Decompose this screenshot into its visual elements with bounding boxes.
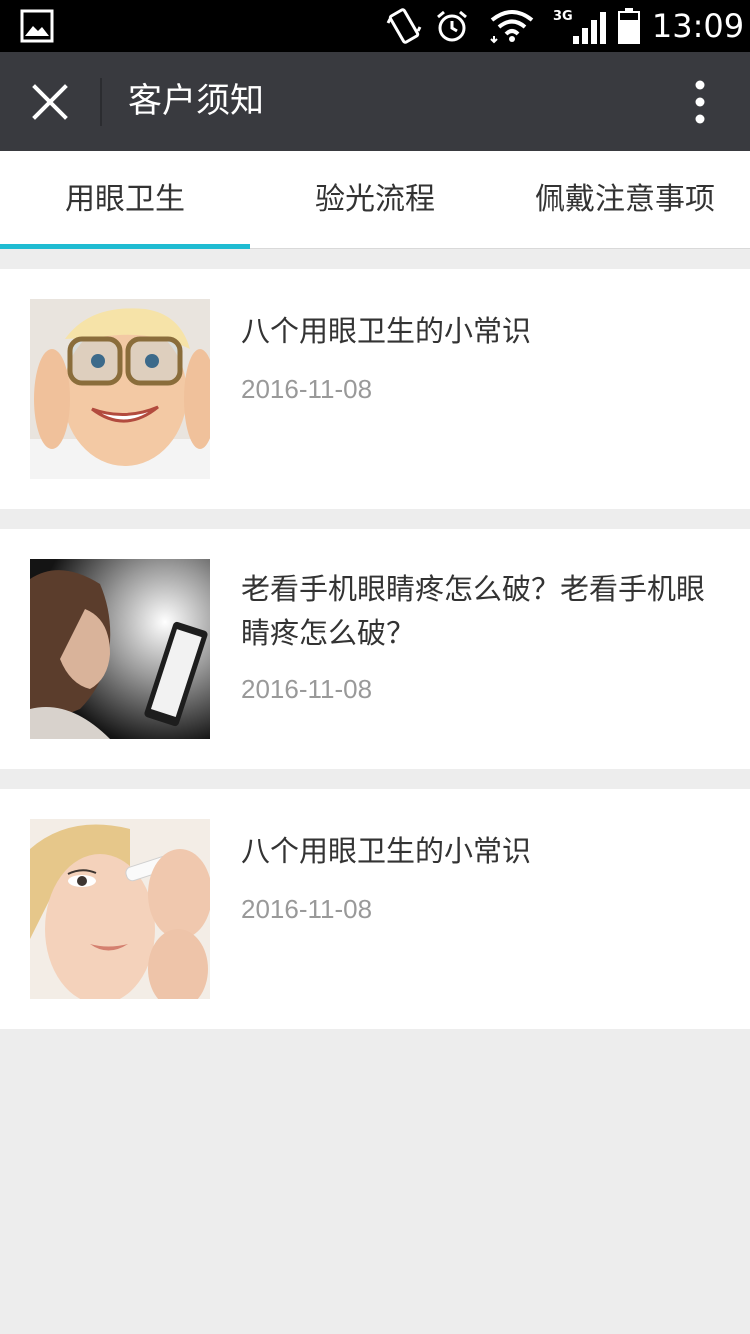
more-menu-button[interactable] — [676, 72, 724, 132]
tab-bar: 用眼卫生 验光流程 佩戴注意事项 — [0, 151, 750, 249]
signal-icon: 3G — [550, 0, 608, 52]
tab-optometry-process[interactable]: 验光流程 — [250, 151, 500, 248]
article-title: 八个用眼卫生的小常识 — [241, 834, 532, 868]
battery-icon — [614, 0, 644, 52]
vibrate-icon — [384, 0, 424, 52]
article-thumbnail — [30, 559, 210, 739]
article-card[interactable]: 八个用眼卫生的小常识 2016-11-08 — [0, 789, 750, 1029]
article-thumbnail — [30, 819, 210, 999]
wifi-icon — [486, 0, 538, 52]
article-title: 八个用眼卫生的小常识 — [241, 314, 532, 348]
title-divider — [100, 78, 102, 126]
article-date: 2016-11-08 — [241, 374, 373, 404]
alarm-icon — [432, 0, 472, 52]
tab-wearing-notes[interactable]: 佩戴注意事项 — [500, 151, 750, 248]
article-card[interactable]: 老看手机眼睛疼怎么破？老看手机眼睛疼怎么破？ 2016-11-08 — [0, 529, 750, 769]
article-date: 2016-11-08 — [241, 894, 373, 924]
title-bar: 客户须知 — [0, 52, 750, 151]
status-time: 13:09 — [651, 7, 745, 45]
tab-eye-hygiene[interactable]: 用眼卫生 — [0, 151, 250, 248]
more-vertical-icon — [695, 80, 705, 124]
network-type: 3G — [553, 9, 573, 24]
article-title: 老看手机眼睛疼怎么破？老看手机眼睛疼怎么破？ — [241, 572, 706, 650]
active-tab-indicator — [0, 244, 250, 249]
status-bar: 3G 13:09 — [0, 0, 750, 52]
article-thumbnail — [30, 299, 210, 479]
article-date: 2016-11-08 — [241, 674, 373, 704]
close-icon — [32, 84, 68, 120]
image-icon — [18, 0, 56, 52]
close-button[interactable] — [20, 72, 80, 132]
page-title: 客户须知 — [128, 81, 264, 121]
article-card[interactable]: 八个用眼卫生的小常识 2016-11-08 — [0, 269, 750, 509]
